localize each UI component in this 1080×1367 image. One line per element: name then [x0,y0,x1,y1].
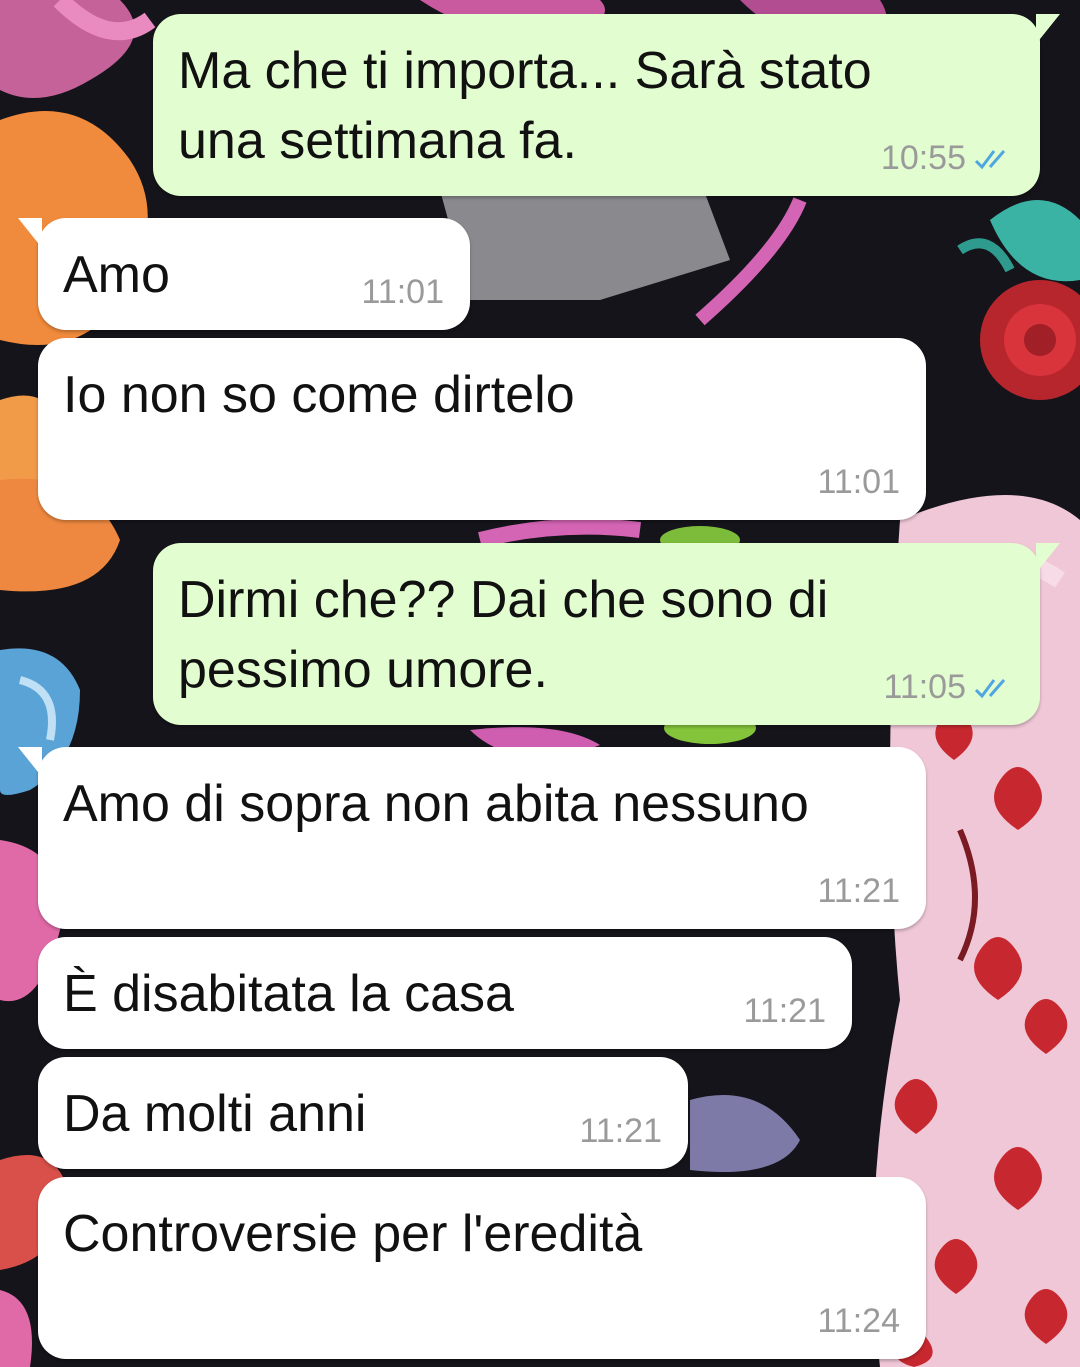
message-meta: 10:55 [881,139,1014,178]
message-meta: 11:21 [579,1112,662,1151]
message-meta: 11:24 [817,1302,900,1341]
message-time: 11:21 [579,1112,662,1150]
message-text: Amo [63,246,170,304]
message-meta: 11:01 [361,273,444,312]
message-bubble-incoming[interactable]: Io non so come dirtelo 11:01 [38,338,926,520]
message-time: 11:21 [817,872,900,910]
message-text: Da molti anni [63,1085,367,1143]
double-check-icon [974,676,1014,700]
message-time: 11:21 [743,992,826,1030]
message-text: Amo di sopra non abita nessuno [63,775,809,833]
message-meta: 11:01 [817,463,900,502]
message-meta: 11:05 [883,668,1014,707]
message-time: 11:05 [883,668,966,706]
bubble-tail [18,747,42,777]
message-time: 11:24 [817,1302,900,1340]
message-time: 11:01 [361,273,444,311]
message-meta: 11:21 [743,992,826,1031]
double-check-icon [974,147,1014,171]
message-text: Dirmi che?? Dai che sono di pessimo umor… [178,571,829,699]
message-bubble-incoming[interactable]: Amo di sopra non abita nessuno 11:21 [18,747,926,929]
message-meta: 11:21 [817,872,900,911]
bubble-tail [1036,543,1060,573]
message-time: 11:01 [817,463,900,501]
message-bubble-incoming[interactable]: Controversie per l'eredità 11:24 [38,1177,926,1359]
message-bubble-incoming[interactable]: Amo 11:01 [18,218,470,330]
message-text: Controversie per l'eredità [63,1205,643,1263]
message-text: Io non so come dirtelo [63,366,575,424]
bubble-tail [1036,14,1060,44]
message-text: È disabitata la casa [63,965,514,1023]
message-time: 10:55 [880,139,966,177]
message-bubble-incoming[interactable]: È disabitata la casa 11:21 [38,937,852,1049]
message-bubble-incoming[interactable]: Da molti anni 11:21 [38,1057,688,1169]
message-text: Ma che ti importa... Sarà stato una sett… [178,42,872,170]
message-bubble-outgoing[interactable]: Dirmi che?? Dai che sono di pessimo umor… [153,543,1060,725]
bubble-tail [18,218,42,248]
message-bubble-outgoing[interactable]: Ma che ti importa... Sarà stato una sett… [153,14,1060,196]
